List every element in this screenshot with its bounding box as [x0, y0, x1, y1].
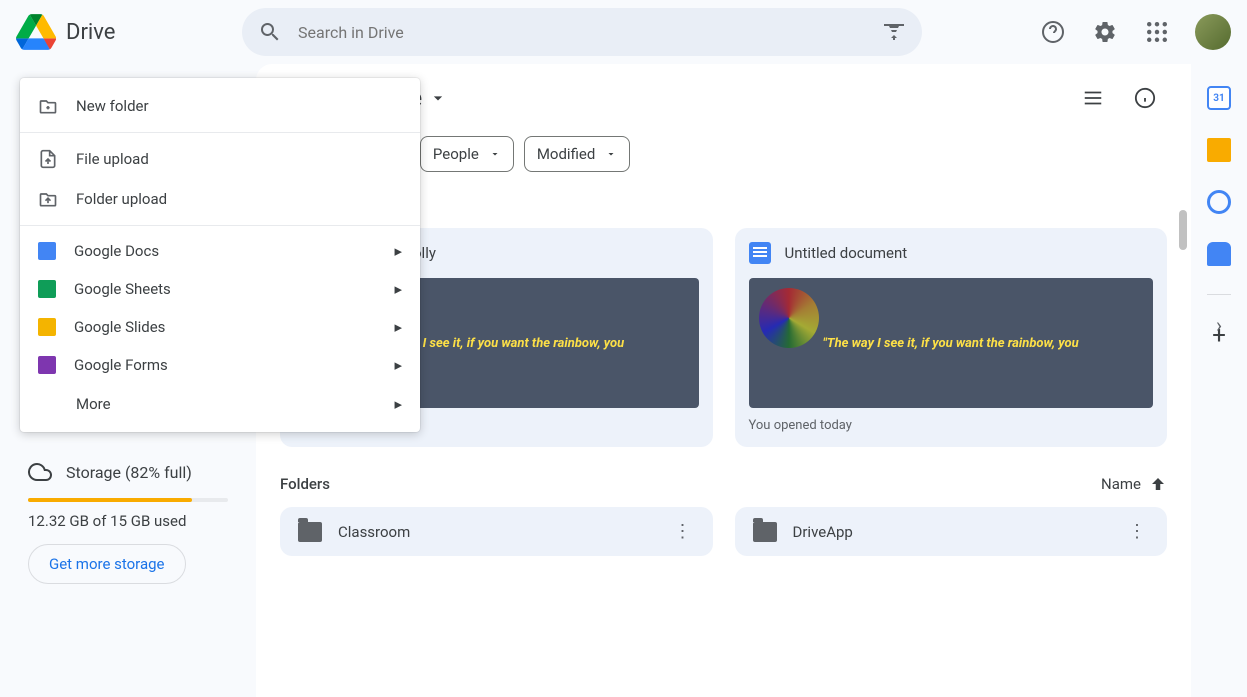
new-folder-icon	[38, 96, 58, 116]
more-button[interactable]: ⋮	[671, 521, 695, 542]
menu-file-upload[interactable]: File upload	[20, 139, 420, 179]
scrollbar[interactable]	[1179, 210, 1187, 250]
submenu-arrow-icon: ▸	[394, 318, 402, 336]
help-icon	[1041, 20, 1065, 44]
divider	[1207, 294, 1231, 295]
folders-title: Folders	[280, 475, 330, 493]
file-upload-icon	[38, 149, 58, 169]
submenu-arrow-icon: ▸	[394, 395, 402, 413]
storage-section: Storage (82% full) 12.32 GB of 15 GB use…	[16, 460, 240, 584]
suggested-card[interactable]: Untitled document "The way I see it, if …	[735, 228, 1168, 447]
filter-chip-modified[interactable]: Modified	[524, 136, 630, 172]
submenu-arrow-icon: ▸	[394, 242, 402, 260]
list-icon	[1082, 87, 1104, 109]
apps-button[interactable]	[1135, 10, 1179, 54]
logo-area[interactable]: Drive	[16, 12, 234, 52]
storage-row[interactable]: Storage (82% full)	[28, 460, 228, 484]
info-button[interactable]	[1123, 76, 1167, 120]
submenu-arrow-icon: ▸	[394, 356, 402, 374]
folders-header: Folders Name	[280, 475, 1167, 493]
cloud-icon	[28, 460, 52, 484]
chevron-down-icon	[605, 148, 617, 160]
folders-row: Classroom ⋮ DriveApp ⋮	[280, 507, 1167, 556]
menu-google-forms[interactable]: Google Forms ▸	[20, 346, 420, 384]
header: Drive	[0, 0, 1247, 64]
calendar-button[interactable]: 31	[1207, 86, 1231, 110]
storage-fill	[28, 498, 192, 502]
folder-name: Classroom	[338, 523, 655, 541]
forms-icon	[38, 356, 56, 374]
folder-card[interactable]: Classroom ⋮	[280, 507, 713, 556]
suggested-title: Suggested	[330, 196, 1167, 214]
new-menu: New folder File upload Folder upload Goo…	[20, 78, 420, 432]
help-button[interactable]	[1031, 10, 1075, 54]
storage-label: Storage (82% full)	[66, 463, 192, 482]
app-name: Drive	[66, 20, 115, 45]
settings-button[interactable]	[1083, 10, 1127, 54]
folder-name: DriveApp	[793, 523, 1110, 541]
info-icon	[1134, 87, 1156, 109]
menu-google-sheets[interactable]: Google Sheets ▸	[20, 270, 420, 308]
menu-new-folder[interactable]: New folder	[20, 86, 420, 126]
folder-icon	[298, 522, 322, 542]
sheets-icon	[38, 280, 56, 298]
tasks-button[interactable]	[1207, 190, 1231, 214]
folder-upload-icon	[38, 189, 58, 209]
divider	[20, 225, 420, 226]
hide-panel-button[interactable]: ›	[1207, 313, 1231, 337]
folder-icon	[753, 522, 777, 542]
chevron-down-icon	[428, 88, 448, 108]
card-title: Untitled document	[785, 244, 908, 262]
search-input[interactable]	[298, 23, 866, 42]
storage-used-text: 12.32 GB of 15 GB used	[28, 512, 228, 530]
get-storage-button[interactable]: Get more storage	[28, 544, 186, 584]
apps-icon	[1147, 22, 1167, 42]
menu-folder-upload[interactable]: Folder upload	[20, 179, 420, 219]
menu-more[interactable]: More ▸	[20, 384, 420, 424]
keep-button[interactable]	[1207, 138, 1231, 162]
menu-google-slides[interactable]: Google Slides ▸	[20, 308, 420, 346]
divider	[20, 132, 420, 133]
user-avatar[interactable]	[1195, 14, 1231, 50]
gear-icon	[1093, 20, 1117, 44]
folder-card[interactable]: DriveApp ⋮	[735, 507, 1168, 556]
header-actions	[1031, 10, 1231, 54]
storage-bar	[28, 498, 228, 502]
search-bar[interactable]	[242, 8, 922, 56]
sort-control[interactable]: Name	[1101, 475, 1167, 493]
docs-icon	[38, 242, 56, 260]
contacts-button[interactable]	[1207, 242, 1231, 266]
submenu-arrow-icon: ▸	[394, 280, 402, 298]
list-view-button[interactable]	[1071, 76, 1115, 120]
card-preview: "The way I see it, if you want the rainb…	[749, 278, 1154, 408]
docs-icon	[749, 242, 771, 264]
right-side-panel: 31 + ›	[1191, 70, 1247, 347]
card-meta: You opened today	[749, 418, 1154, 433]
arrow-up-icon	[1149, 475, 1167, 493]
filter-chip-people[interactable]: People	[420, 136, 514, 172]
chevron-down-icon	[489, 148, 501, 160]
search-icon	[258, 20, 282, 44]
more-button[interactable]: ⋮	[1125, 521, 1149, 542]
menu-google-docs[interactable]: Google Docs ▸	[20, 232, 420, 270]
content-actions	[1071, 76, 1167, 120]
slides-icon	[38, 318, 56, 336]
drive-logo-icon	[16, 12, 56, 52]
search-options-icon[interactable]	[882, 20, 906, 44]
